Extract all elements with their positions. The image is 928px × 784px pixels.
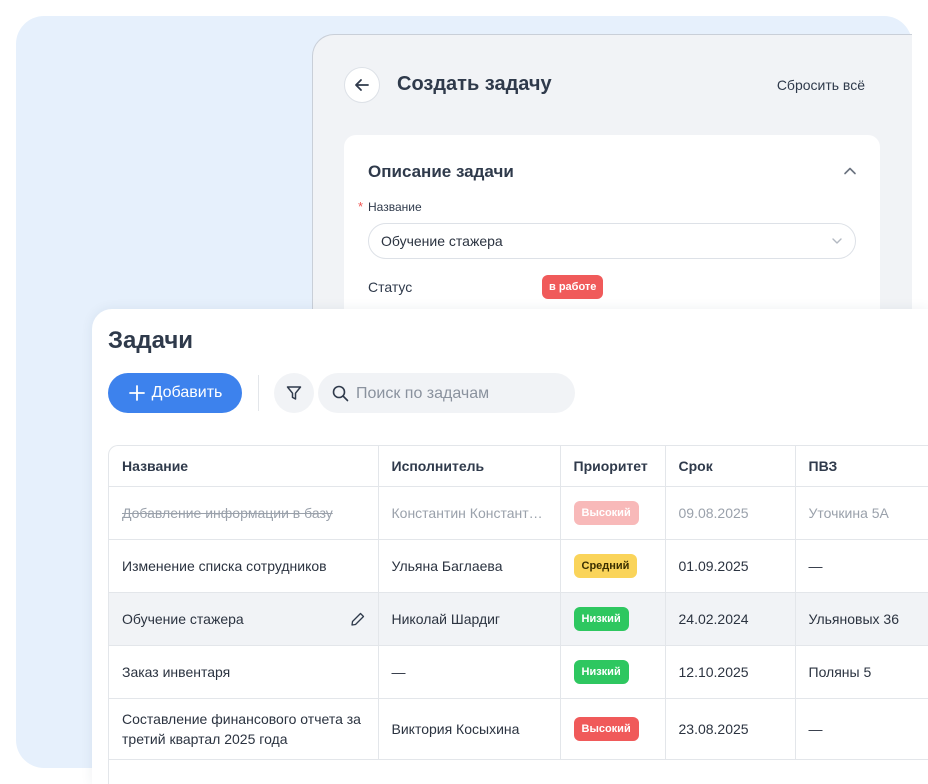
create-task-window: Создать задачу Сбросить всё Описание зад… bbox=[312, 34, 912, 324]
pencil-icon[interactable] bbox=[350, 611, 366, 627]
filter-button[interactable] bbox=[274, 373, 314, 413]
priority-badge: Средний bbox=[573, 554, 638, 578]
search-input[interactable] bbox=[354, 373, 568, 415]
add-task-button[interactable]: Добавить bbox=[108, 373, 242, 413]
task-name-cell: Изменение списка сотрудников bbox=[109, 539, 379, 593]
table-row[interactable]: Обучение стажера Николай Шардиг Низкий 2… bbox=[109, 592, 928, 646]
pvz-cell: — bbox=[795, 698, 928, 760]
name-label: Название bbox=[368, 200, 422, 214]
column-header-pvz[interactable]: ПВЗ bbox=[795, 446, 928, 487]
pvz-cell: Поляны 5 bbox=[795, 645, 928, 699]
arrow-left-icon bbox=[355, 79, 369, 91]
add-task-label: Добавить bbox=[151, 384, 223, 401]
priority-cell: Высокий bbox=[560, 486, 666, 540]
priority-badge: Высокий bbox=[573, 501, 639, 525]
assignee-cell: Виктория Косыхина bbox=[378, 698, 561, 760]
name-select[interactable]: Обучение стажера bbox=[368, 223, 856, 259]
priority-badge: Низкий bbox=[573, 607, 629, 631]
task-name-cell: Составление финансового отчета за третий… bbox=[109, 698, 379, 760]
search-icon bbox=[332, 385, 349, 402]
status-badge[interactable]: в работе bbox=[542, 275, 604, 299]
due-cell: 24.02.2024 bbox=[665, 592, 796, 646]
task-name-cell: Добавление информации в базу bbox=[109, 486, 379, 540]
task-name: Изменение списка сотрудников bbox=[122, 558, 327, 574]
task-name-cell: Обучение стажера bbox=[109, 592, 379, 646]
tasks-table: Название Исполнитель Приоритет Срок ПВЗ … bbox=[108, 445, 928, 784]
toolbar-divider bbox=[258, 375, 259, 411]
table-header-row: Название Исполнитель Приоритет Срок ПВЗ bbox=[109, 446, 928, 487]
due-cell: 01.09.2025 bbox=[665, 539, 796, 593]
status-label: Статус bbox=[368, 279, 413, 295]
table-row[interactable]: Заказ инвентаря — Низкий 12.10.2025 Поля… bbox=[109, 645, 928, 699]
pvz-cell: Ульяновых 36 bbox=[795, 592, 928, 646]
create-task-title: Создать задачу bbox=[397, 73, 552, 95]
chevron-down-icon bbox=[832, 238, 842, 244]
reset-all-button[interactable]: Сбросить всё bbox=[777, 77, 865, 93]
column-header-priority[interactable]: Приоритет bbox=[560, 446, 666, 487]
table-row[interactable]: Добавление информации в базу Константин … bbox=[109, 486, 928, 540]
priority-cell: Низкий bbox=[560, 592, 666, 646]
column-header-assignee[interactable]: Исполнитель bbox=[378, 446, 561, 487]
assignee-cell: — bbox=[378, 645, 561, 699]
priority-badge: Высокий bbox=[573, 717, 639, 741]
search-box[interactable] bbox=[318, 373, 575, 415]
required-mark: * bbox=[358, 199, 364, 214]
due-cell: 23.08.2025 bbox=[665, 698, 796, 760]
task-name: Заказ инвентаря bbox=[122, 664, 231, 680]
filter-icon bbox=[286, 386, 302, 400]
task-name: Добавление информации в базу bbox=[122, 505, 333, 521]
chevron-up-icon[interactable] bbox=[842, 163, 858, 179]
page-title: Задачи bbox=[108, 327, 194, 354]
plus-icon bbox=[128, 385, 145, 401]
pvz-cell: — bbox=[795, 539, 928, 593]
priority-badge: Низкий bbox=[573, 660, 629, 684]
assignee-cell: Константин Константинов bbox=[378, 486, 561, 540]
task-description-card: Описание задачи * Название Обучение стаж… bbox=[344, 135, 880, 323]
task-name: Составление финансового отчета за третий… bbox=[122, 711, 361, 747]
table-row[interactable]: Составление финансового отчета за третий… bbox=[109, 698, 928, 760]
section-title: Описание задачи bbox=[368, 162, 514, 181]
task-name: Обучение стажера bbox=[122, 611, 244, 627]
tasks-window: Задачи Добавить Название Исполнитель bbox=[92, 309, 928, 784]
column-header-due[interactable]: Срок bbox=[665, 446, 796, 487]
pvz-cell: Уточкина 5А bbox=[795, 486, 928, 540]
assignee-cell: Ульяна Баглаева bbox=[378, 539, 561, 593]
priority-cell: Низкий bbox=[560, 645, 666, 699]
column-header-name[interactable]: Название bbox=[109, 446, 379, 487]
priority-cell: Средний bbox=[560, 539, 666, 593]
priority-cell: Высокий bbox=[560, 698, 666, 760]
assignee-cell: Николай Шардиг bbox=[378, 592, 561, 646]
due-cell: 12.10.2025 bbox=[665, 645, 796, 699]
name-select-value: Обучение стажера bbox=[381, 233, 503, 249]
task-name-cell: Заказ инвентаря bbox=[109, 645, 379, 699]
table-row[interactable]: Изменение списка сотрудников Ульяна Багл… bbox=[109, 539, 928, 593]
due-cell: 09.08.2025 bbox=[665, 486, 796, 540]
back-button[interactable] bbox=[344, 67, 380, 103]
